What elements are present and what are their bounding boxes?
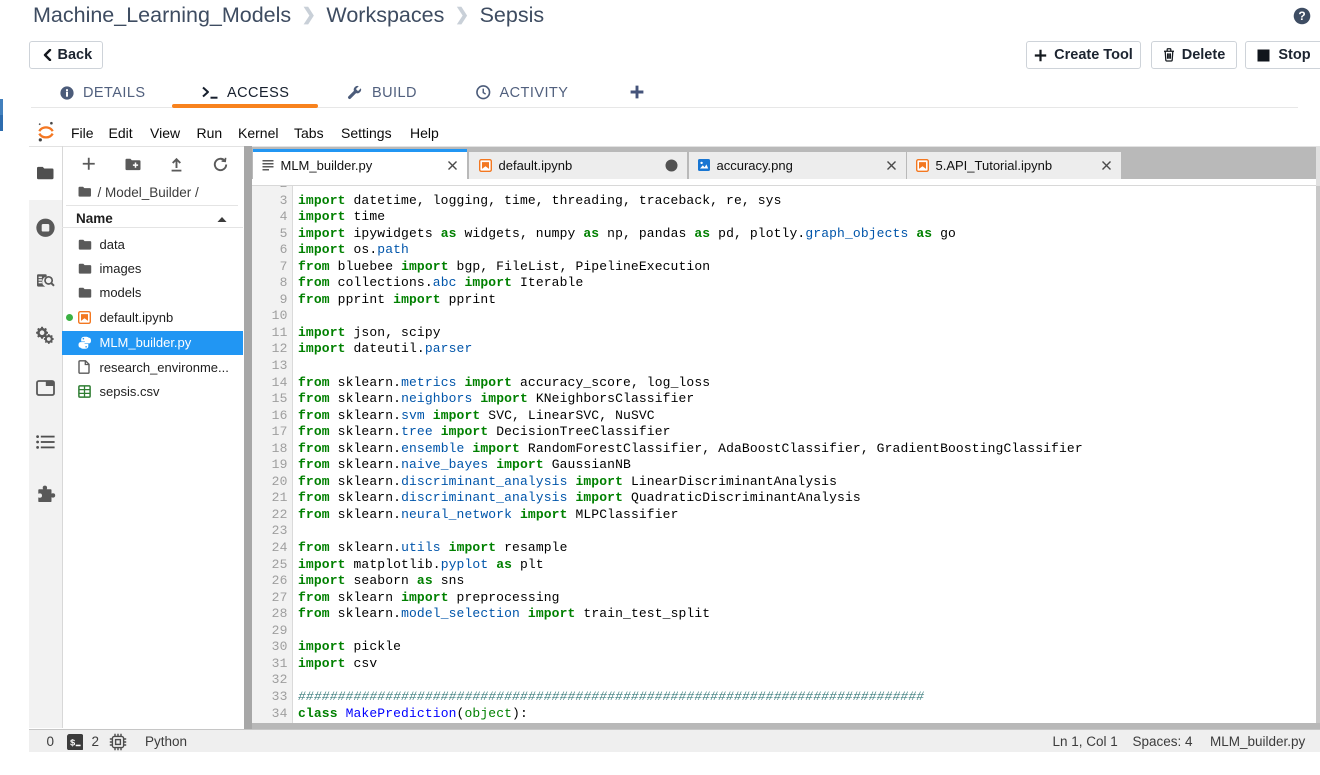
svg-text:?: ? — [1298, 9, 1305, 23]
svg-text:$: $ — [69, 737, 75, 748]
